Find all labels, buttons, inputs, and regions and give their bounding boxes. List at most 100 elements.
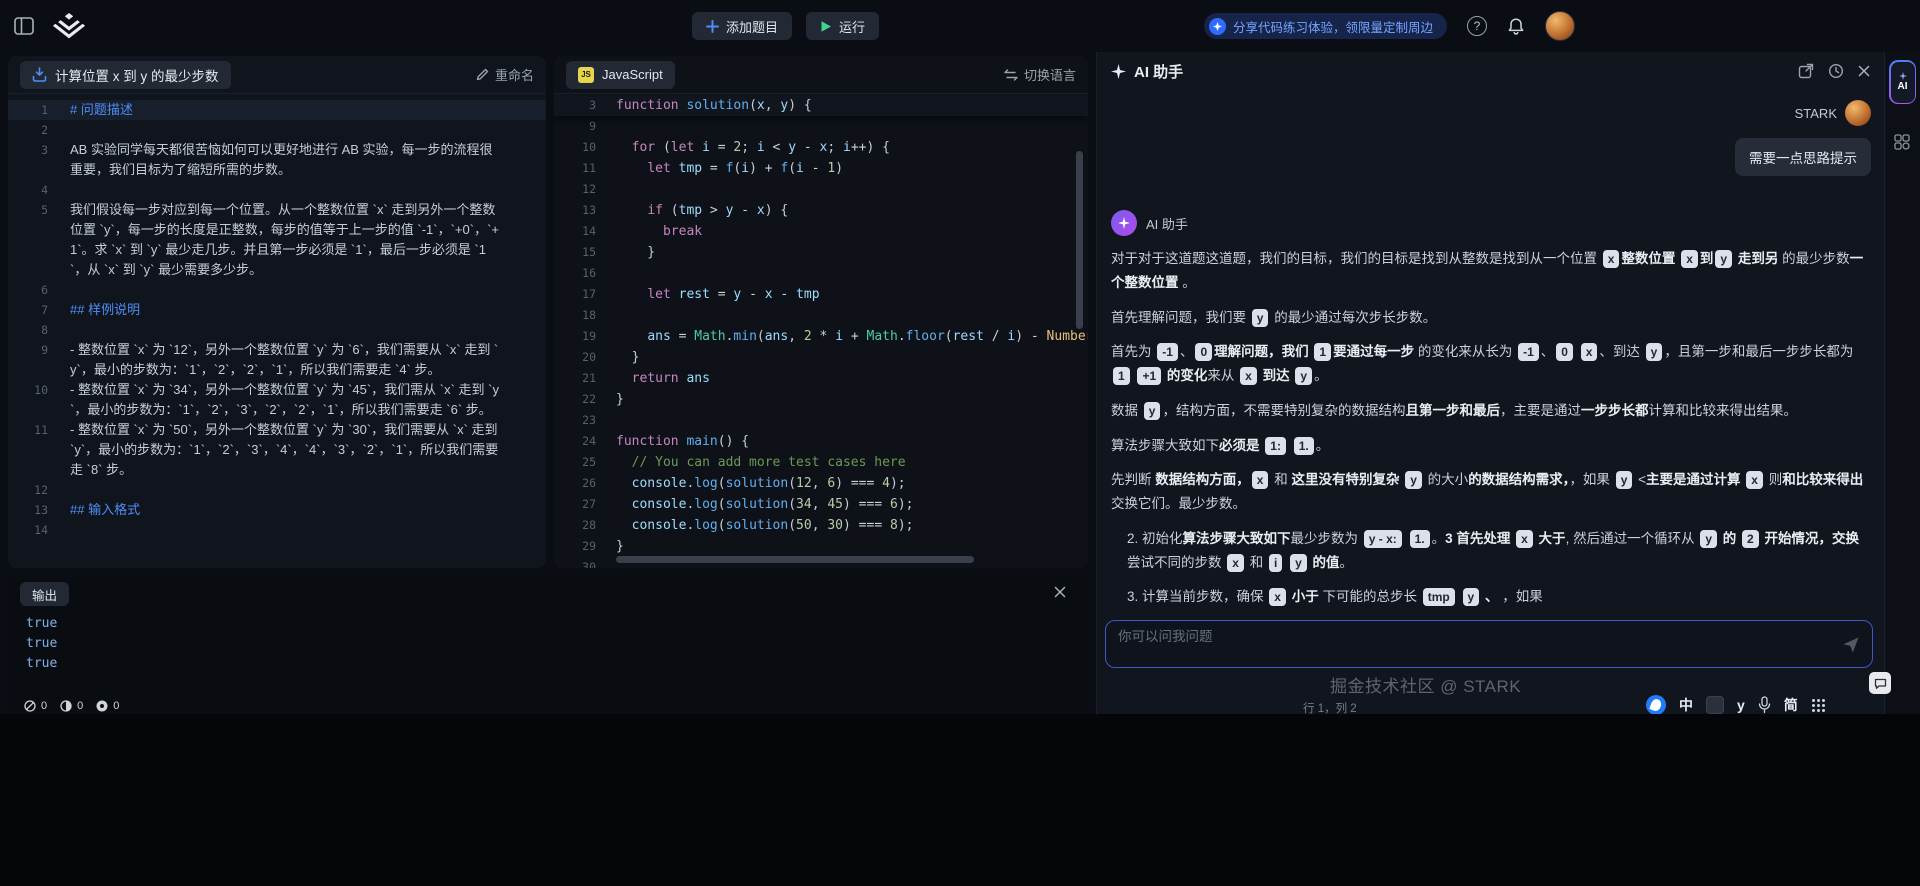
code-token: ===	[843, 476, 883, 491]
code-line: 21 return ans	[554, 368, 1088, 389]
line-number: 11	[582, 161, 596, 175]
topbar-right: 分享代码练习体验，领限量定制周边 ?	[1204, 0, 1576, 52]
text-segment	[1510, 531, 1514, 546]
problem-title: 计算位置 x 到 y 的最少步数	[55, 68, 219, 84]
inline-code-chip: x	[1240, 367, 1257, 385]
switch-language-button[interactable]: 切换语言	[1004, 65, 1076, 84]
inline-code-chip: x	[1227, 553, 1244, 572]
problem-title-chip[interactable]: 计算位置 x 到 y 的最少步数	[20, 60, 231, 89]
rename-button[interactable]: 重命名	[476, 65, 534, 84]
chat-input[interactable]	[1118, 629, 1818, 644]
widgets-icon[interactable]	[1894, 134, 1910, 150]
code-token: /	[983, 329, 1008, 344]
horizontal-scrollbar[interactable]	[616, 556, 974, 563]
code-token: ===	[850, 518, 890, 533]
send-icon[interactable]	[1842, 636, 1860, 659]
text-segment: 到	[1699, 251, 1714, 266]
code-token: if	[647, 203, 663, 218]
ime-pinyin-indicator[interactable]: y	[1737, 697, 1745, 713]
code-token: )	[843, 518, 851, 533]
problem-markdown-editor[interactable]: 1 # 问题描述 2 3 AB 实验同学每天都很苦恼如何可以更好地进行 AB 实验，每一…	[8, 98, 546, 568]
inline-code-chip: x	[1746, 471, 1763, 490]
code-token: );	[889, 476, 906, 491]
inline-code-chip: 1:	[1265, 436, 1286, 455]
chat-input-box[interactable]	[1105, 620, 1873, 668]
code-line: 18	[554, 305, 1088, 326]
close-icon[interactable]	[1054, 586, 1066, 598]
code-line: 25 // You can add more test cases here	[554, 452, 1088, 473]
add-problem-button[interactable]: 添加题目	[692, 12, 793, 40]
text-segment: 大于	[1534, 530, 1566, 546]
problem-line: 3 AB 实验同学每天都很苦恼如何可以更好地进行 AB 实验，每一步的流程很重要，…	[8, 140, 546, 180]
text-segment	[1404, 531, 1408, 546]
promo-banner[interactable]: 分享代码练习体验，领限量定制周边	[1204, 13, 1448, 39]
code-token: +	[843, 329, 867, 344]
code-token: break	[662, 224, 703, 239]
problem-panel: 计算位置 x 到 y 的最少步数 重命名 1 # 问题描述 2 3 AB 实验同学每天都…	[8, 56, 546, 568]
info-count: 0	[113, 700, 120, 712]
inline-code-chip: i	[1268, 553, 1283, 572]
text-segment: 3 首先处理	[1445, 530, 1511, 546]
inline-code-chip: -1	[1518, 343, 1539, 362]
ime-simplified-toggle[interactable]: 简	[1784, 695, 1798, 715]
code-line-text: for (let i = 2; i < y - x; i++) {	[596, 137, 890, 158]
inline-code-chip: 0	[1556, 343, 1573, 362]
user-message-avatar	[1845, 100, 1871, 126]
user-name: STARK	[1794, 105, 1837, 121]
user-avatar[interactable]	[1545, 11, 1576, 41]
text-segment: 。	[1315, 437, 1330, 453]
inline-code-chip: y	[1290, 553, 1307, 572]
info-icon[interactable]	[96, 700, 108, 712]
line-number: 11	[34, 423, 48, 437]
bell-icon[interactable]	[1507, 17, 1525, 36]
microphone-icon[interactable]	[1758, 696, 1771, 714]
code-token: log	[694, 518, 718, 533]
inline-code-chip: +1	[1137, 367, 1162, 385]
inline-code-chip: tmp	[1422, 588, 1455, 607]
juejin-logo[interactable]	[52, 13, 86, 39]
markdown-text: - 整数位置 `x` 为 `34`，另外一个整数位置 `y` 为 `45`，我们…	[70, 382, 499, 417]
ime-logo-icon[interactable]	[1646, 695, 1666, 715]
warnings-icon[interactable]	[60, 700, 72, 712]
line-number: 15	[582, 245, 596, 259]
code-token: 45	[827, 497, 844, 512]
line-number: 25	[582, 455, 596, 469]
sticky-code: function solution(x, y) {	[596, 95, 812, 116]
text-segment	[1457, 589, 1461, 604]
code-editor[interactable]: 3 function solution(x, y) { 9 10 for (let…	[554, 95, 1088, 568]
ime-language-toggle[interactable]: 中	[1679, 695, 1693, 715]
errors-count: 0	[41, 700, 48, 712]
ime-menu-grid-icon[interactable]	[1811, 698, 1826, 713]
history-icon[interactable]	[1828, 63, 1844, 79]
share-icon[interactable]	[1798, 63, 1814, 79]
vertical-scrollbar[interactable]	[1076, 151, 1083, 329]
ai-paragraph: 算法步骤大致如下必须是 1: 1.。	[1111, 434, 1871, 458]
code-token: // You can add more test cases here	[616, 455, 906, 470]
code-token: ,	[811, 497, 828, 512]
ai-dock-button[interactable]: AI	[1889, 60, 1916, 104]
code-token: x	[764, 287, 773, 302]
output-tab[interactable]: 输出	[20, 582, 70, 606]
ime-skin-icon[interactable]	[1706, 696, 1724, 714]
markdown-text: ## 输入格式	[70, 502, 141, 517]
code-token: )	[835, 161, 844, 176]
code-line: 15 }	[554, 242, 1088, 263]
code-token: Math	[694, 329, 726, 344]
tab-javascript[interactable]: JS JavaScript	[566, 60, 675, 89]
text-segment: 的最少步数	[1782, 251, 1850, 266]
errors-icon[interactable]	[24, 700, 36, 712]
code-token: rest	[952, 329, 984, 344]
run-button[interactable]: 运行	[806, 12, 880, 40]
help-icon[interactable]: ?	[1467, 16, 1488, 36]
code-token: )	[835, 476, 844, 491]
text-segment: 小于	[1287, 589, 1319, 605]
sidebar-toggle-icon[interactable]	[14, 17, 34, 35]
close-icon[interactable]	[1858, 65, 1870, 77]
text-segment: 3. 计算当前步数，确保	[1127, 589, 1268, 605]
javascript-icon: JS	[578, 66, 594, 83]
feedback-chat-icon[interactable]	[1869, 672, 1891, 694]
